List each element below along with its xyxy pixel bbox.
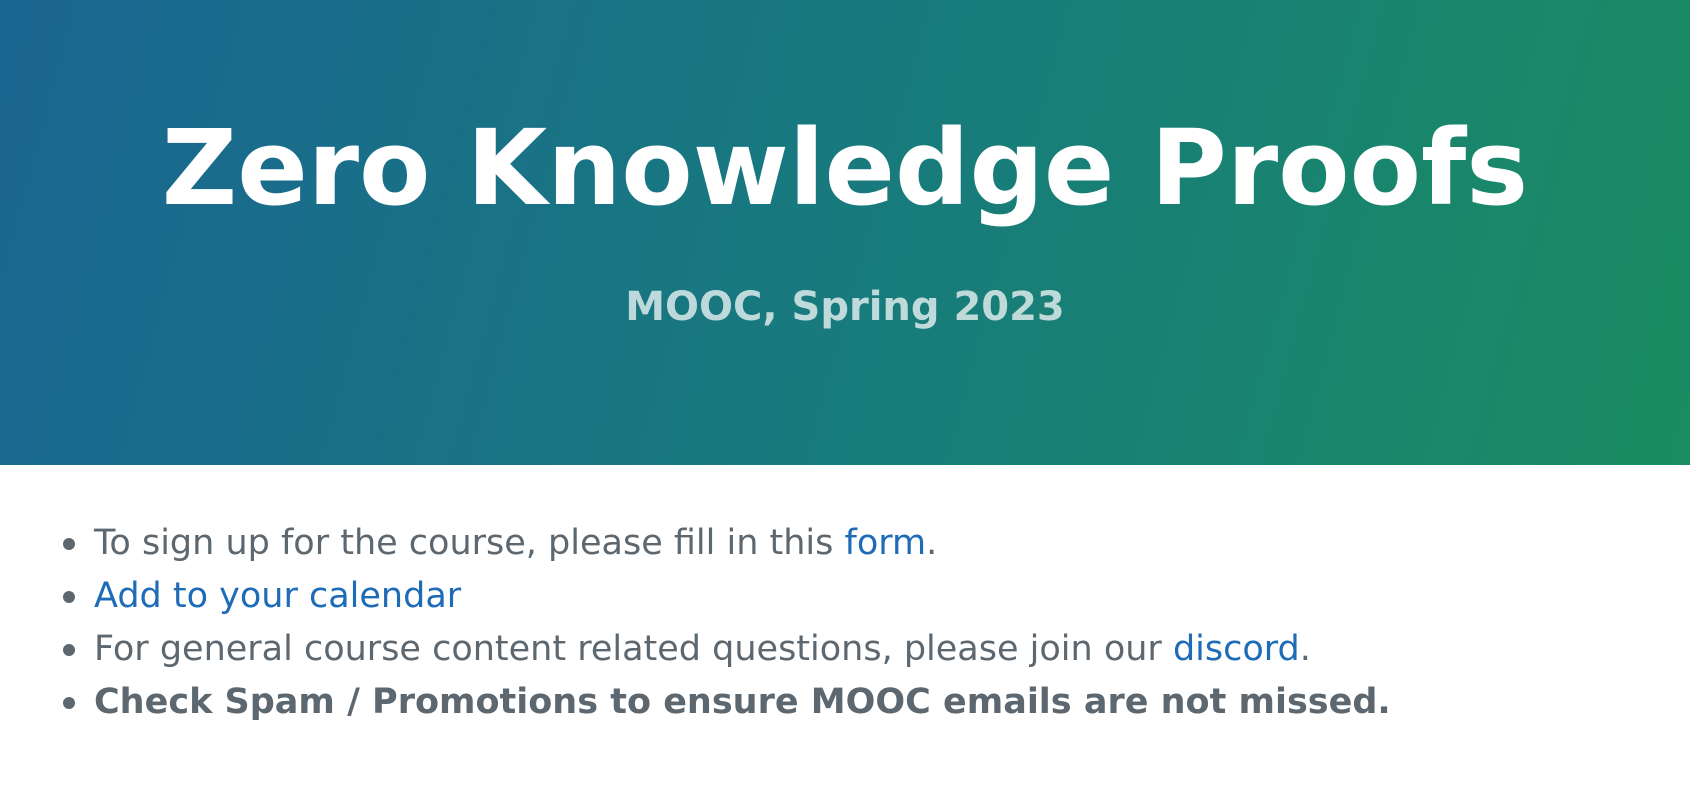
page-title: Zero Knowledge Proofs <box>161 107 1529 229</box>
list-item-calendar: Add to your calendar <box>63 570 1690 623</box>
page-subtitle: MOOC, Spring 2023 <box>625 284 1065 330</box>
list-item-spam-warning: Check Spam / Promotions to ensure MOOC e… <box>63 676 1690 729</box>
signup-suffix: . <box>926 523 938 563</box>
discord-link[interactable]: discord <box>1173 629 1300 669</box>
page-header: Zero Knowledge Proofs MOOC, Spring 2023 <box>0 0 1690 465</box>
add-to-calendar-link[interactable]: Add to your calendar <box>94 576 461 616</box>
signup-form-link[interactable]: form <box>845 523 927 563</box>
discord-text: For general course content related quest… <box>94 629 1173 669</box>
bullet-icon <box>63 644 75 656</box>
bullet-icon <box>63 697 75 709</box>
bullet-icon <box>63 538 75 550</box>
list-item-discord: For general course content related quest… <box>63 623 1690 676</box>
bullet-icon <box>63 591 75 603</box>
discord-suffix: . <box>1299 629 1311 669</box>
list-item-signup: To sign up for the course, please fill i… <box>63 517 1690 570</box>
signup-text: To sign up for the course, please fill i… <box>94 523 845 563</box>
spam-warning-text: Check Spam / Promotions to ensure MOOC e… <box>94 682 1391 722</box>
notice-list: To sign up for the course, please fill i… <box>0 517 1690 729</box>
main-content: To sign up for the course, please fill i… <box>0 465 1690 729</box>
